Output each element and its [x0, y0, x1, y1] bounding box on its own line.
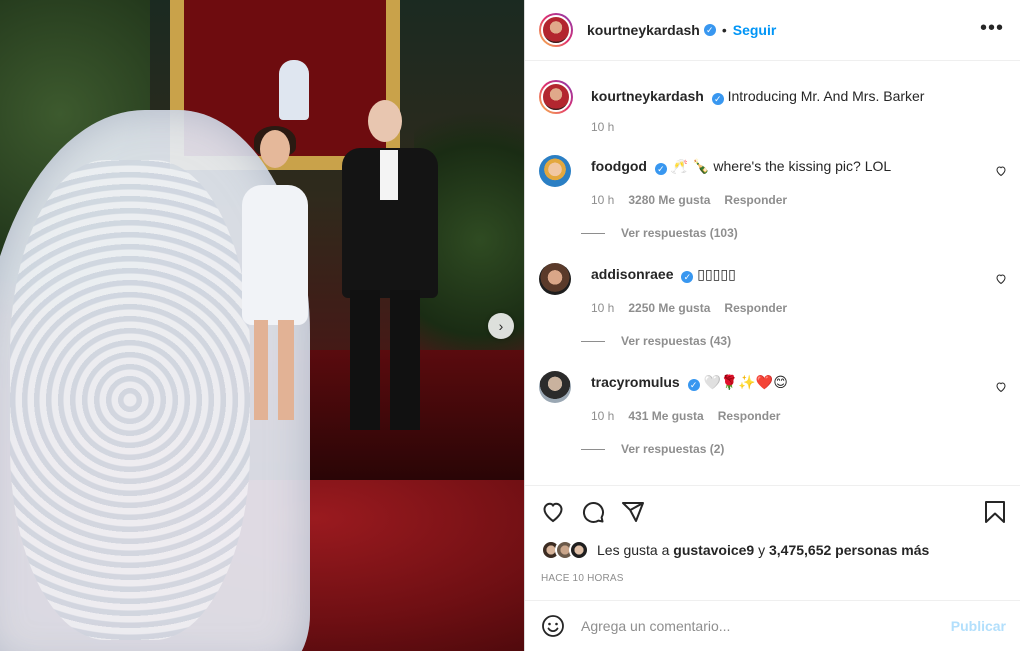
- reply-button[interactable]: Responder: [724, 191, 787, 209]
- action-bar: [525, 485, 1020, 537]
- comment-time: 10 h: [591, 409, 615, 423]
- view-replies-button[interactable]: Ver respuestas (43): [581, 334, 731, 348]
- comment-time: 10 h: [591, 301, 615, 315]
- heart-icon[interactable]: [995, 273, 1007, 285]
- likes-summary: Les gusta a gustavoice9 y 3,475,652 pers…: [541, 540, 929, 560]
- caption-avatar[interactable]: [539, 80, 573, 114]
- photo-veil-lace: [10, 160, 250, 640]
- photo-bride: [232, 126, 312, 430]
- view-replies-button[interactable]: Ver respuestas (103): [581, 226, 738, 240]
- likes-middle: y: [758, 542, 766, 558]
- comment-text: 🥂 🍾 where's the kissing pic? LOL: [670, 158, 892, 174]
- verified-icon: ✓: [681, 271, 694, 283]
- comment-username[interactable]: tracyromulus: [591, 374, 680, 390]
- comment-bubble-icon[interactable]: [581, 500, 605, 524]
- commenter-avatar[interactable]: [539, 263, 571, 295]
- view-replies-button[interactable]: Ver respuestas (2): [581, 442, 724, 456]
- more-options-icon[interactable]: •••: [980, 18, 1004, 38]
- verified-icon: ✓: [654, 163, 667, 175]
- publish-button[interactable]: Publicar: [951, 618, 1006, 634]
- photo-groom: [320, 100, 440, 450]
- comment-username[interactable]: foodgod: [591, 158, 647, 174]
- verified-icon: ✓: [703, 24, 716, 36]
- heart-icon[interactable]: [995, 165, 1007, 177]
- save-bookmark-icon[interactable]: [984, 500, 1006, 524]
- likes-count-link[interactable]: 3,475,652 personas más: [769, 542, 929, 558]
- verified-icon: ✓: [687, 379, 700, 391]
- carousel-next-button[interactable]: ›: [488, 313, 514, 339]
- comment-likes[interactable]: 431 Me gusta: [628, 407, 703, 425]
- caption-text: Introducing Mr. And Mrs. Barker: [727, 88, 925, 104]
- comment-username[interactable]: addisonraee: [591, 266, 673, 282]
- post-header: kourtneykardash ✓ • Seguir •••: [525, 0, 1020, 61]
- add-comment-bar: Publicar: [525, 600, 1020, 651]
- comment-text: ▯▯▯▯▯: [697, 266, 736, 282]
- emoji-smiley-icon[interactable]: [541, 614, 565, 638]
- likes-prefix: Les gusta a: [597, 542, 670, 558]
- post-time-ago[interactable]: HACE 10 HORAS: [541, 573, 624, 584]
- caption-username[interactable]: kourtneykardash: [591, 88, 704, 104]
- verified-icon: ✓: [711, 93, 724, 105]
- comment-likes[interactable]: 2250 Me gusta: [628, 299, 710, 317]
- liker-avatar: [569, 540, 589, 560]
- likes-user-link[interactable]: gustavoice9: [673, 542, 754, 558]
- comment-time: 10 h: [591, 193, 615, 207]
- post-photo[interactable]: ›: [0, 0, 524, 651]
- author-username[interactable]: kourtneykardash: [587, 22, 700, 38]
- header-separator: •: [721, 22, 727, 38]
- comment-input[interactable]: [581, 618, 941, 634]
- author-avatar[interactable]: [539, 13, 573, 47]
- commenter-avatar[interactable]: [539, 155, 571, 187]
- like-heart-icon[interactable]: [541, 500, 565, 524]
- heart-icon[interactable]: [995, 381, 1007, 393]
- comment-text: 🤍🌹✨❤️😊: [703, 374, 788, 390]
- commenter-avatar[interactable]: [539, 371, 571, 403]
- comment-likes[interactable]: 3280 Me gusta: [628, 191, 710, 209]
- reply-button[interactable]: Responder: [718, 407, 781, 425]
- comments-section[interactable]: kourtneykardash ✓ Introducing Mr. And Mr…: [525, 62, 1020, 484]
- follow-button[interactable]: Seguir: [733, 22, 777, 38]
- reply-button[interactable]: Responder: [724, 299, 787, 317]
- post-side-panel: kourtneykardash ✓ • Seguir ••• kourtneyk…: [525, 0, 1020, 651]
- share-paper-plane-icon[interactable]: [621, 500, 645, 524]
- caption-time: 10 h: [591, 120, 615, 134]
